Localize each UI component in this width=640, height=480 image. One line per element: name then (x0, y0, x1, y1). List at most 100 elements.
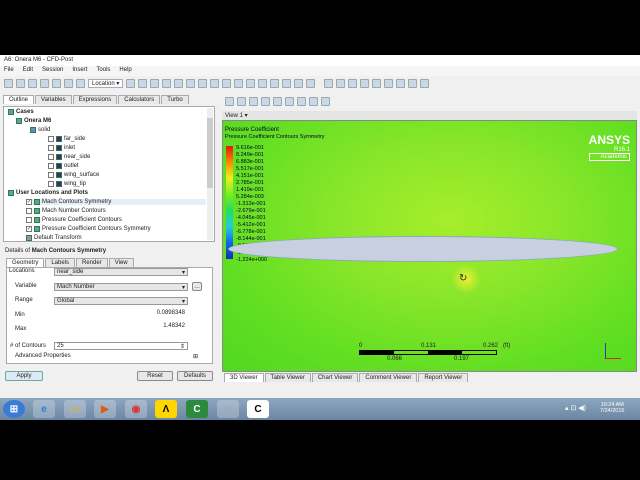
menu-session[interactable]: Session (42, 67, 63, 75)
tab-comment-viewer[interactable]: Comment Viewer (359, 373, 418, 382)
variable-icon[interactable] (246, 79, 256, 88)
vector-icon[interactable] (126, 79, 136, 88)
app-icon[interactable]: ◎ (217, 400, 239, 418)
tree-boundary[interactable]: inlet (48, 145, 75, 151)
menu-help[interactable]: Help (119, 67, 131, 75)
save-icon[interactable] (40, 79, 49, 88)
zoom-fit-icon[interactable] (285, 97, 294, 106)
polyline-icon[interactable] (198, 79, 208, 88)
zoom-box-icon[interactable] (273, 97, 282, 106)
surface-icon[interactable] (210, 79, 220, 88)
legend-icon[interactable] (306, 79, 316, 88)
tree-scrollbar[interactable] (207, 108, 213, 240)
sphere-icon[interactable] (234, 79, 244, 88)
tree-default-transform[interactable]: Default Transform (26, 235, 82, 241)
expression-icon[interactable] (258, 79, 268, 88)
tab-turbo[interactable]: Turbo (161, 95, 189, 104)
checkbox[interactable] (48, 181, 54, 187)
print-icon[interactable] (52, 79, 61, 88)
isosurface-icon[interactable] (174, 79, 184, 88)
tab-report-viewer[interactable]: Report Viewer (418, 373, 469, 382)
print-screen-icon[interactable] (408, 79, 418, 88)
select-icon[interactable] (225, 97, 234, 106)
defaults-button[interactable]: Defaults (177, 371, 213, 381)
tab-expressions[interactable]: Expressions (72, 95, 118, 104)
report-icon[interactable] (372, 79, 382, 88)
location-dropdown[interactable]: Location ▾ (88, 79, 124, 88)
tree-boundary[interactable]: outlet (48, 163, 79, 169)
tree-plot[interactable]: Pressure Coefficient Contours (26, 217, 122, 223)
chart-icon[interactable] (282, 79, 292, 88)
rotate-icon[interactable] (237, 97, 246, 106)
viewer-icon[interactable] (336, 79, 346, 88)
variable-dropdown[interactable]: Mach Number ▾ (54, 283, 188, 291)
undo-icon[interactable] (64, 79, 73, 88)
chrome-icon[interactable]: ◉ (125, 400, 147, 418)
ansys-workbench-icon[interactable]: Λ (155, 400, 177, 418)
tab-view[interactable]: View (108, 258, 134, 267)
clock-icon[interactable] (324, 79, 334, 88)
checkbox[interactable] (48, 163, 54, 169)
variable-more-button[interactable]: … (192, 282, 202, 291)
clock[interactable]: 10:24 AM 7/24/2015 (600, 402, 624, 414)
tree-plot[interactable]: ✓ Mach Contours Symmetry (26, 199, 206, 205)
probe-icon[interactable] (297, 97, 306, 106)
particle-icon[interactable] (186, 79, 196, 88)
view-selector[interactable]: View 1 ▾ (222, 111, 637, 120)
streamline-icon[interactable] (150, 79, 160, 88)
zoom-icon[interactable] (261, 97, 270, 106)
tab-render[interactable]: Render (76, 258, 108, 267)
checkbox[interactable] (48, 136, 54, 142)
tab-geometry[interactable]: Geometry (6, 258, 45, 267)
checkbox[interactable] (26, 217, 32, 223)
menu-file[interactable]: File (4, 67, 14, 75)
text-icon[interactable] (294, 79, 304, 88)
tree-boundary[interactable]: near_side (48, 154, 90, 160)
advanced-properties[interactable]: Advanced Properties (15, 353, 71, 359)
tab-chart-viewer[interactable]: Chart Viewer (311, 373, 359, 382)
load-icon[interactable] (28, 79, 37, 88)
open-icon[interactable] (16, 79, 25, 88)
tree-boundary[interactable]: wing_surface (48, 172, 99, 178)
tree-cases[interactable]: Cases (8, 109, 34, 115)
tree-user-locations[interactable]: User Locations and Plots (8, 190, 88, 196)
tray-icons[interactable]: ▴ ⊡ ◀) (565, 404, 586, 412)
tab-labels[interactable]: Labels (45, 258, 76, 267)
explorer-icon[interactable]: ▭ (64, 400, 86, 418)
function-icon[interactable] (222, 79, 232, 88)
checkbox[interactable] (26, 208, 32, 214)
tree-boundary[interactable]: wing_tip (48, 181, 86, 187)
table-icon[interactable] (270, 79, 280, 88)
contours-spinner[interactable]: 25 ⇕ (54, 342, 188, 350)
menu-edit[interactable]: Edit (23, 67, 33, 75)
contour-icon[interactable] (138, 79, 148, 88)
camtasia-icon[interactable]: C (186, 400, 208, 418)
menu-tools[interactable]: Tools (96, 67, 110, 75)
macro-icon[interactable] (396, 79, 406, 88)
checkbox[interactable] (48, 172, 54, 178)
console-icon[interactable] (420, 79, 430, 88)
range-dropdown[interactable]: Global ▾ (54, 297, 188, 305)
pan-icon[interactable] (249, 97, 258, 106)
checkbox[interactable] (48, 145, 54, 151)
annotation-icon[interactable] (348, 79, 358, 88)
apply-button[interactable]: Apply (5, 371, 43, 381)
tree-plot[interactable]: ✓ Pressure Coefficient Contours Symmetry (26, 226, 151, 232)
tree-case[interactable]: Onera M6 (16, 118, 51, 124)
tab-3d-viewer[interactable]: 3D Viewer (224, 373, 264, 382)
camtasia-recorder-icon[interactable]: C (247, 400, 269, 418)
menu-insert[interactable]: Insert (72, 67, 87, 75)
3d-viewport[interactable]: Pressure Coefficient Pressure Coefficien… (222, 120, 637, 372)
tree-plot[interactable]: Mach Number Contours (26, 208, 106, 214)
pen-icon[interactable] (360, 79, 370, 88)
new-icon[interactable] (4, 79, 13, 88)
volume-icon[interactable] (162, 79, 172, 88)
tab-table-viewer[interactable]: Table Viewer (264, 373, 311, 382)
reset-button[interactable]: Reset (137, 371, 173, 381)
tab-calculators[interactable]: Calculators (118, 95, 161, 104)
tree-boundary[interactable]: far_side (48, 136, 85, 142)
redo-icon[interactable] (76, 79, 85, 88)
help-icon[interactable] (321, 97, 330, 106)
locations-dropdown[interactable]: near_side ▾ (54, 268, 188, 276)
checkbox-checked[interactable]: ✓ (26, 226, 32, 232)
